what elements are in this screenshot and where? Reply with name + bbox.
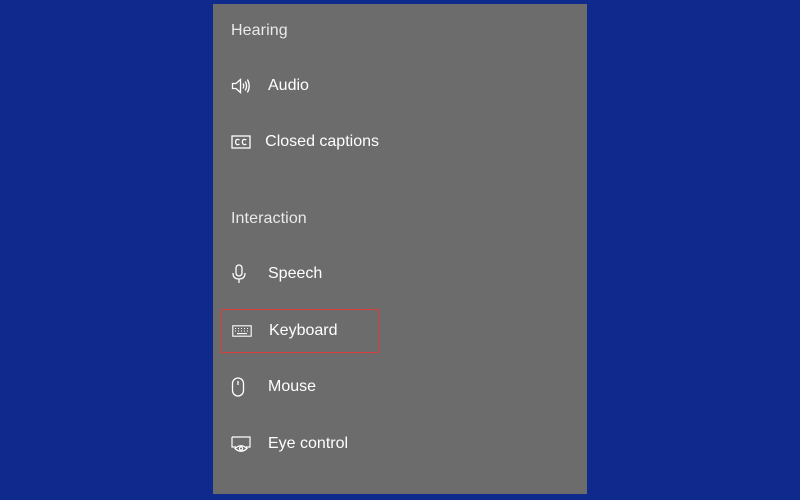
sidebar-item-label: Audio [268, 77, 309, 94]
microphone-icon [221, 264, 259, 284]
sidebar-item-closed-captions[interactable]: Closed captions [221, 120, 379, 164]
settings-sidebar: Hearing Audio Closed captions Interactio… [213, 4, 587, 494]
keyboard-icon [222, 325, 260, 337]
section-heading-interaction: Interaction [231, 210, 307, 227]
sidebar-item-label: Keyboard [269, 322, 338, 339]
speaker-icon [221, 77, 259, 95]
desktop-background: Hearing Audio Closed captions Interactio… [0, 0, 800, 500]
sidebar-item-mouse[interactable]: Mouse [221, 365, 379, 409]
eye-control-icon [221, 436, 259, 452]
sidebar-item-label: Closed captions [265, 133, 379, 150]
sidebar-item-keyboard[interactable]: Keyboard [221, 309, 379, 353]
sidebar-item-label: Mouse [268, 378, 317, 395]
section-heading-hearing: Hearing [231, 22, 288, 39]
sidebar-item-speech[interactable]: Speech [221, 252, 379, 296]
sidebar-item-label: Speech [268, 265, 323, 282]
sidebar-item-audio[interactable]: Audio [221, 64, 379, 108]
sidebar-item-eye-control[interactable]: Eye control [221, 422, 379, 466]
mouse-icon [221, 377, 259, 397]
closed-captions-icon [221, 135, 256, 149]
sidebar-item-label: Eye control [268, 435, 349, 452]
